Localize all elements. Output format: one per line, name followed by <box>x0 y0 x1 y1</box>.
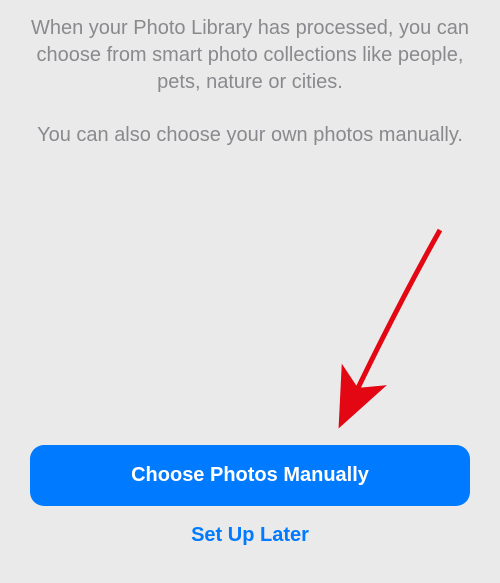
description-paragraph-2: You can also choose your own photos manu… <box>30 122 470 149</box>
button-area: Choose Photos Manually Set Up Later <box>30 445 470 583</box>
description-paragraph-1: When your Photo Library has processed, y… <box>30 15 470 96</box>
description-text: When your Photo Library has processed, y… <box>30 15 470 175</box>
set-up-later-button[interactable]: Set Up Later <box>30 506 470 565</box>
choose-photos-manually-button[interactable]: Choose Photos Manually <box>30 445 470 506</box>
onboarding-screen: When your Photo Library has processed, y… <box>0 0 500 583</box>
